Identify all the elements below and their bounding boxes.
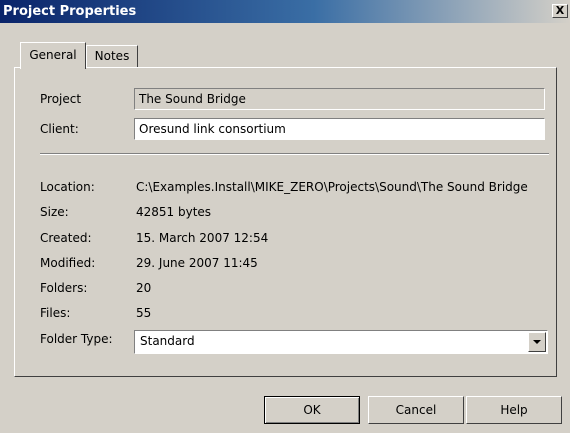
tab-general[interactable]: General xyxy=(20,42,86,69)
created-label: Created: xyxy=(40,231,92,245)
files-value: 55 xyxy=(136,306,152,320)
size-label: Size: xyxy=(40,205,69,219)
title-bar: Project Properties X xyxy=(0,0,570,23)
folders-value: 20 xyxy=(136,281,152,295)
client-input[interactable]: Oresund link consortium xyxy=(134,118,545,140)
ok-button[interactable]: OK xyxy=(264,396,360,424)
tab-notes[interactable]: Notes xyxy=(86,45,138,67)
client-label: Client: xyxy=(40,122,79,136)
location-value: C:\Examples.Install\MIKE_ZERO\Projects\S… xyxy=(136,180,528,194)
close-button[interactable]: X xyxy=(552,4,568,18)
window-title: Project Properties xyxy=(3,4,137,19)
modified-value: 29. June 2007 11:45 xyxy=(136,256,258,270)
location-label: Location: xyxy=(40,180,95,194)
folder-type-label: Folder Type: xyxy=(40,332,113,346)
separator xyxy=(40,153,549,155)
help-button[interactable]: Help xyxy=(466,396,562,424)
folder-type-value: Standard xyxy=(140,334,195,348)
created-value: 15. March 2007 12:54 xyxy=(136,231,269,245)
cancel-button[interactable]: Cancel xyxy=(368,396,464,424)
close-icon: X xyxy=(555,4,565,17)
files-label: Files: xyxy=(40,306,71,320)
size-value: 42851 bytes xyxy=(136,205,212,219)
project-label: Project xyxy=(40,92,82,106)
folders-label: Folders: xyxy=(40,281,88,295)
folder-type-select[interactable]: Standard xyxy=(134,330,548,354)
project-field: The Sound Bridge xyxy=(134,88,545,110)
modified-label: Modified: xyxy=(40,256,96,270)
chevron-down-icon[interactable] xyxy=(528,332,546,352)
